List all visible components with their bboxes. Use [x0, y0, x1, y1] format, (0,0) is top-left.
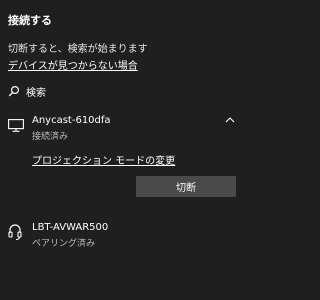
search-icon: [8, 85, 20, 97]
headset-icon: [8, 223, 22, 241]
monitor-icon: [8, 119, 24, 132]
device-status: 接続済み: [32, 132, 69, 142]
device-item-lbt[interactable]: LBT-AVWAR500 ペアリング済み: [0, 217, 244, 251]
search-status: 検索: [8, 84, 46, 99]
device-item-anycast[interactable]: Anycast-610dfa 接続済み: [0, 110, 244, 144]
projection-mode-link[interactable]: プロジェクション モードの変更: [32, 152, 175, 167]
panel-description: 切断すると、検索が始まります: [8, 44, 148, 55]
device-name: Anycast-610dfa: [32, 115, 111, 126]
device-not-found-link[interactable]: デバイスが見つからない場合: [8, 57, 138, 72]
chevron-up-icon[interactable]: [225, 116, 235, 123]
disconnect-button[interactable]: 切断: [136, 176, 236, 197]
device-name: LBT-AVWAR500: [32, 222, 109, 233]
search-label: 検索: [26, 87, 46, 99]
panel-title: 接続する: [8, 14, 52, 27]
device-status: ペアリング済み: [32, 239, 96, 249]
